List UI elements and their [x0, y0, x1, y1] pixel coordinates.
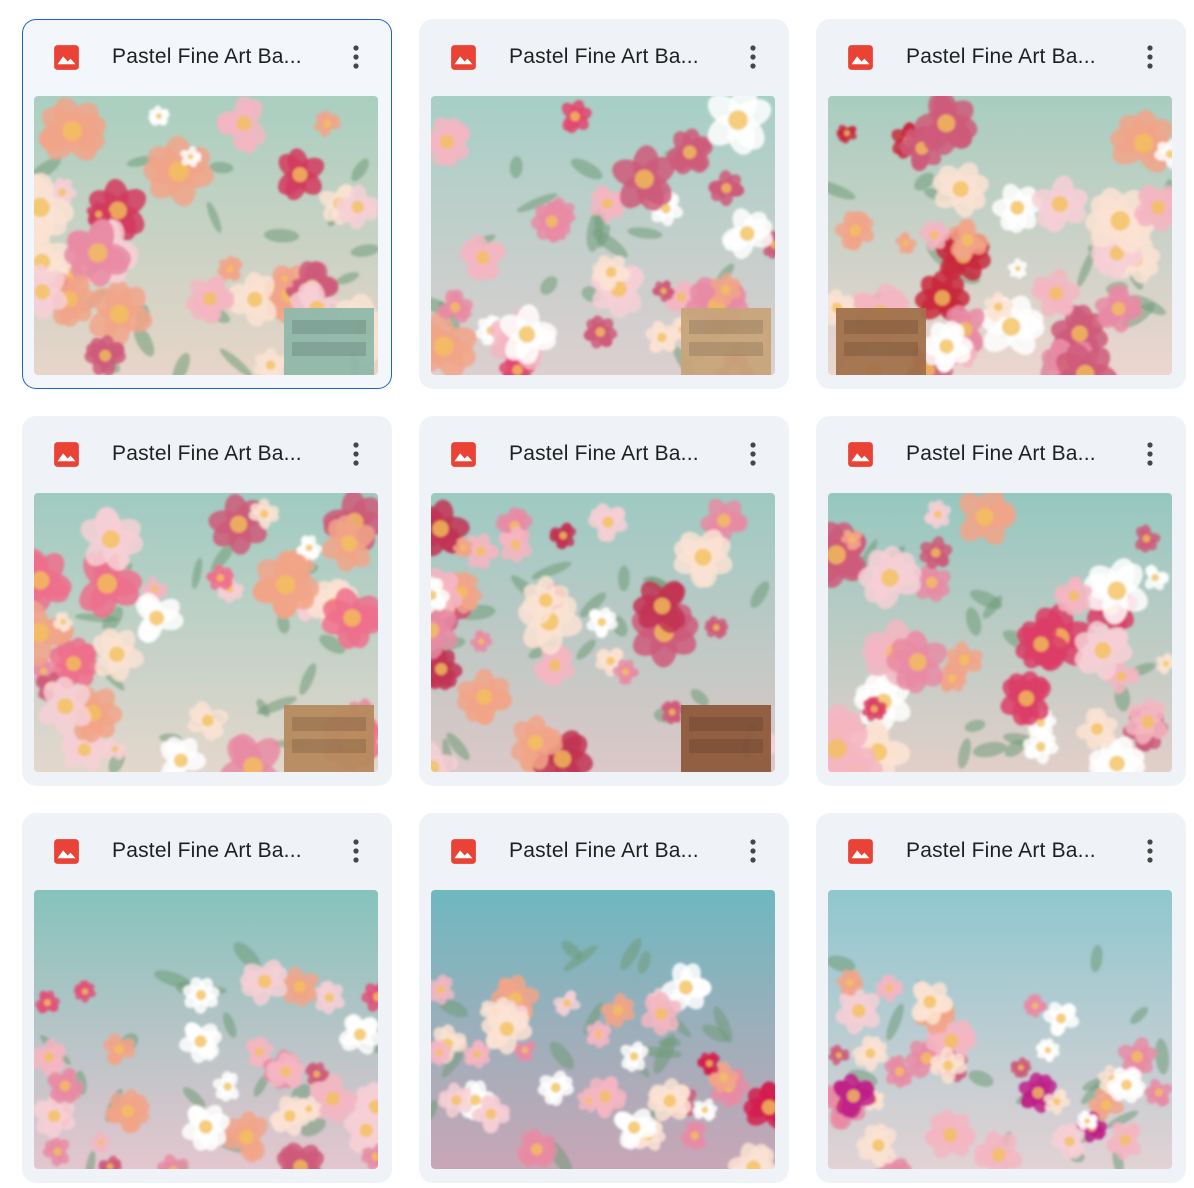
file-card[interactable]: Pastel Fine Art Ba... — [419, 813, 789, 1183]
more-actions-button[interactable] — [1134, 835, 1166, 867]
image-thumbnail[interactable] — [828, 890, 1172, 1169]
file-card[interactable]: Pastel Fine Art Ba... — [22, 813, 392, 1183]
more-vert-icon — [1147, 839, 1153, 863]
file-title: Pastel Fine Art Ba... — [509, 442, 699, 465]
floral-backdrop-image — [34, 493, 378, 772]
image-file-icon — [54, 45, 79, 70]
more-actions-button[interactable] — [340, 835, 372, 867]
file-title: Pastel Fine Art Ba... — [112, 442, 302, 465]
image-thumbnail[interactable] — [431, 96, 775, 375]
more-vert-icon — [1147, 442, 1153, 466]
file-title: Pastel Fine Art Ba... — [509, 45, 699, 68]
more-vert-icon — [353, 839, 359, 863]
image-thumbnail[interactable] — [828, 96, 1172, 375]
image-thumbnail[interactable] — [34, 890, 378, 1169]
image-thumbnail[interactable] — [34, 96, 378, 375]
file-title: Pastel Fine Art Ba... — [112, 839, 302, 862]
more-vert-icon — [750, 839, 756, 863]
floral-backdrop-image — [828, 96, 1172, 375]
floral-backdrop-image — [34, 890, 378, 1169]
image-file-icon — [848, 442, 873, 467]
floral-backdrop-image — [431, 493, 775, 772]
more-actions-button[interactable] — [737, 438, 769, 470]
image-thumbnail[interactable] — [431, 890, 775, 1169]
image-file-icon — [451, 442, 476, 467]
floral-backdrop-image — [431, 890, 775, 1169]
image-thumbnail[interactable] — [431, 493, 775, 772]
more-actions-button[interactable] — [737, 41, 769, 73]
file-title: Pastel Fine Art Ba... — [906, 442, 1096, 465]
file-grid: Pastel Fine Art Ba... Pastel Fine Art Ba… — [22, 19, 1186, 1183]
more-vert-icon — [750, 45, 756, 69]
more-actions-button[interactable] — [1134, 41, 1166, 73]
image-thumbnail[interactable] — [34, 493, 378, 772]
floral-backdrop-image — [34, 96, 378, 375]
image-file-icon — [451, 45, 476, 70]
image-file-icon — [848, 45, 873, 70]
floral-backdrop-image — [828, 493, 1172, 772]
file-title: Pastel Fine Art Ba... — [906, 839, 1096, 862]
image-file-icon — [848, 839, 873, 864]
image-file-icon — [451, 839, 476, 864]
more-vert-icon — [750, 442, 756, 466]
more-vert-icon — [353, 442, 359, 466]
file-card[interactable]: Pastel Fine Art Ba... — [816, 813, 1186, 1183]
file-card[interactable]: Pastel Fine Art Ba... — [816, 416, 1186, 786]
image-thumbnail[interactable] — [828, 493, 1172, 772]
file-card[interactable]: Pastel Fine Art Ba... — [22, 19, 392, 389]
floral-backdrop-image — [828, 890, 1172, 1169]
file-title: Pastel Fine Art Ba... — [509, 839, 699, 862]
image-file-icon — [54, 442, 79, 467]
file-title: Pastel Fine Art Ba... — [112, 45, 302, 68]
more-actions-button[interactable] — [737, 835, 769, 867]
file-card[interactable]: Pastel Fine Art Ba... — [419, 19, 789, 389]
more-actions-button[interactable] — [340, 438, 372, 470]
file-card[interactable]: Pastel Fine Art Ba... — [419, 416, 789, 786]
more-actions-button[interactable] — [1134, 438, 1166, 470]
more-actions-button[interactable] — [340, 41, 372, 73]
more-vert-icon — [1147, 45, 1153, 69]
file-card[interactable]: Pastel Fine Art Ba... — [22, 416, 392, 786]
floral-backdrop-image — [431, 96, 775, 375]
image-file-icon — [54, 839, 79, 864]
more-vert-icon — [353, 45, 359, 69]
file-title: Pastel Fine Art Ba... — [906, 45, 1096, 68]
file-card[interactable]: Pastel Fine Art Ba... — [816, 19, 1186, 389]
